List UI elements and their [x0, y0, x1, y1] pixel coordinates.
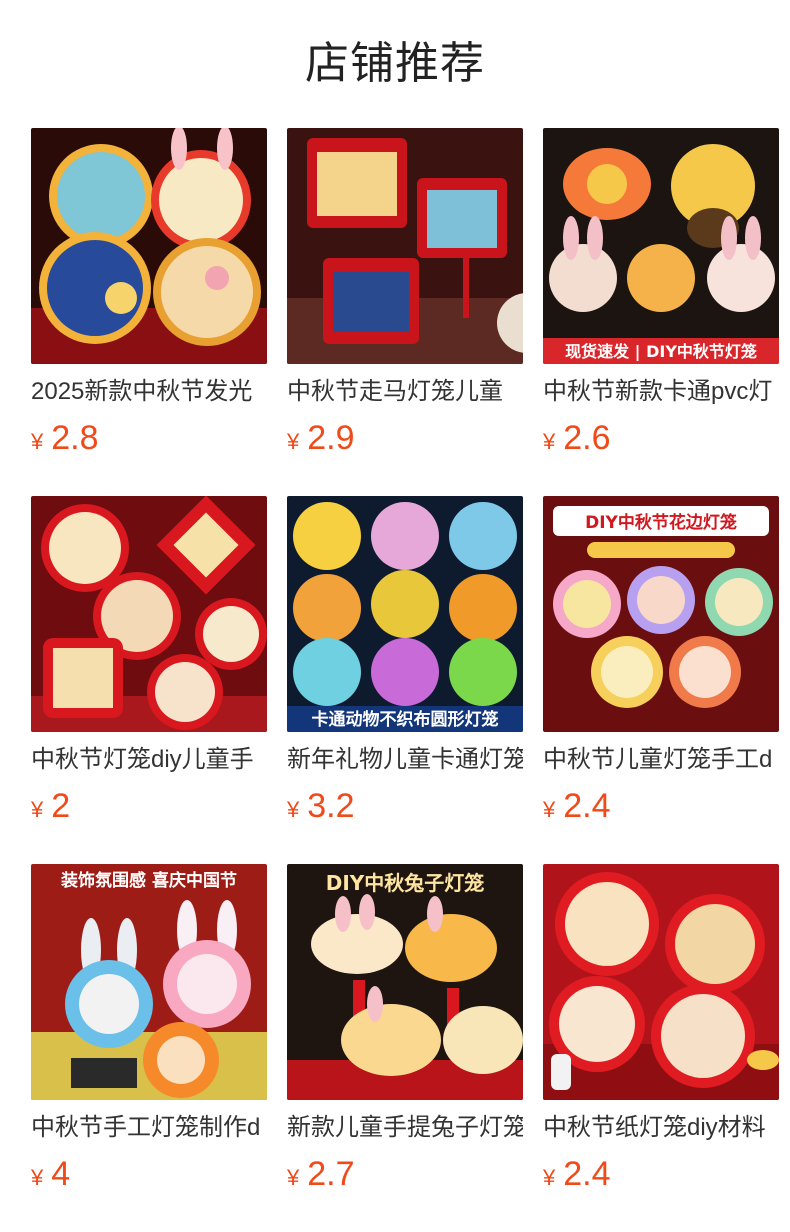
product-name[interactable]: 中秋节纸灯笼diy材料: [543, 1112, 779, 1144]
product-image[interactable]: 现货速发 | DIY中秋节灯笼: [543, 128, 779, 364]
product-price: ¥2.7: [287, 1154, 355, 1201]
image-overlay-text: 卡通动物不织布圆形灯笼: [312, 709, 499, 730]
product-name[interactable]: 新年礼物儿童卡通灯笼: [287, 744, 523, 776]
product-price: ¥2.4: [543, 1154, 611, 1201]
currency-symbol: ¥: [543, 797, 556, 822]
price-value: 2.8: [51, 419, 99, 457]
price-value: 2.9: [307, 419, 355, 457]
product-name[interactable]: 新款儿童手提兔子灯笼: [287, 1112, 523, 1144]
currency-symbol: ¥: [287, 1165, 300, 1190]
currency-symbol: ¥: [287, 797, 300, 822]
product-name[interactable]: 2025新款中秋节发光: [31, 376, 267, 408]
currency-symbol: ¥: [543, 429, 556, 454]
image-overlay-text: 装饰氛围感 喜庆中国节: [60, 870, 237, 891]
price-value: 4: [51, 1155, 71, 1193]
product-name[interactable]: 中秋节走马灯笼儿童: [287, 376, 523, 408]
product-card[interactable]: 现货速发 | DIY中秋节灯笼 中秋节新款卡通pvc灯 ¥2.6: [543, 128, 779, 496]
product-card[interactable]: 2025新款中秋节发光 ¥2.8: [31, 128, 267, 496]
price-value: 2: [51, 787, 71, 825]
product-name[interactable]: 中秋节儿童灯笼手工d: [543, 744, 779, 776]
product-card[interactable]: 中秋节灯笼diy儿童手 ¥2: [31, 496, 267, 864]
product-card[interactable]: 卡通动物不织布圆形灯笼 新年礼物儿童卡通灯笼 ¥3.2: [287, 496, 523, 864]
product-image[interactable]: [543, 864, 779, 1100]
currency-symbol: ¥: [31, 797, 44, 822]
price-value: 2.4: [563, 787, 611, 825]
product-card[interactable]: 中秋节走马灯笼儿童 ¥2.9: [287, 128, 523, 496]
product-image[interactable]: [31, 128, 267, 364]
product-card[interactable]: DIY中秋节花边灯笼 中秋节儿童灯笼手工d ¥2.4: [543, 496, 779, 864]
price-value: 2.7: [307, 1155, 355, 1193]
product-price: ¥2: [31, 786, 70, 833]
product-image[interactable]: [31, 496, 267, 732]
product-image[interactable]: [287, 128, 523, 364]
price-value: 3.2: [307, 787, 355, 825]
product-image[interactable]: DIY中秋兔子灯笼: [287, 864, 523, 1100]
currency-symbol: ¥: [31, 429, 44, 454]
currency-symbol: ¥: [287, 429, 300, 454]
product-image[interactable]: 装饰氛围感 喜庆中国节: [31, 864, 267, 1100]
product-price: ¥4: [31, 1154, 70, 1201]
product-name[interactable]: 中秋节手工灯笼制作d: [31, 1112, 267, 1144]
product-card[interactable]: 装饰氛围感 喜庆中国节 中秋节手工灯笼制作d ¥4: [31, 864, 267, 1232]
currency-symbol: ¥: [543, 1165, 556, 1190]
product-price: ¥2.4: [543, 786, 611, 833]
product-card[interactable]: DIY中秋兔子灯笼 新款儿童手提兔子灯笼 ¥2.7: [287, 864, 523, 1232]
product-card[interactable]: 中秋节纸灯笼diy材料 ¥2.4: [543, 864, 779, 1232]
image-overlay-text: DIY中秋兔子灯笼: [326, 871, 485, 895]
product-price: ¥3.2: [287, 786, 355, 833]
currency-symbol: ¥: [31, 1165, 44, 1190]
product-image[interactable]: DIY中秋节花边灯笼: [543, 496, 779, 732]
product-price: ¥2.6: [543, 418, 611, 465]
image-overlay-text: DIY中秋节花边灯笼: [585, 512, 737, 533]
product-price: ¥2.8: [31, 418, 99, 465]
product-name[interactable]: 中秋节灯笼diy儿童手: [31, 744, 267, 776]
product-price: ¥2.9: [287, 418, 355, 465]
product-grid: 2025新款中秋节发光 ¥2.8 中秋节走马灯笼儿童 ¥2.9 现货速发 | D…: [31, 128, 790, 1232]
page-title: 店铺推荐: [305, 39, 485, 88]
price-value: 2.4: [563, 1155, 611, 1193]
product-image[interactable]: 卡通动物不织布圆形灯笼: [287, 496, 523, 732]
product-name[interactable]: 中秋节新款卡通pvc灯: [543, 376, 779, 408]
price-value: 2.6: [563, 419, 611, 457]
image-overlay-text: 现货速发 | DIY中秋节灯笼: [565, 342, 757, 362]
